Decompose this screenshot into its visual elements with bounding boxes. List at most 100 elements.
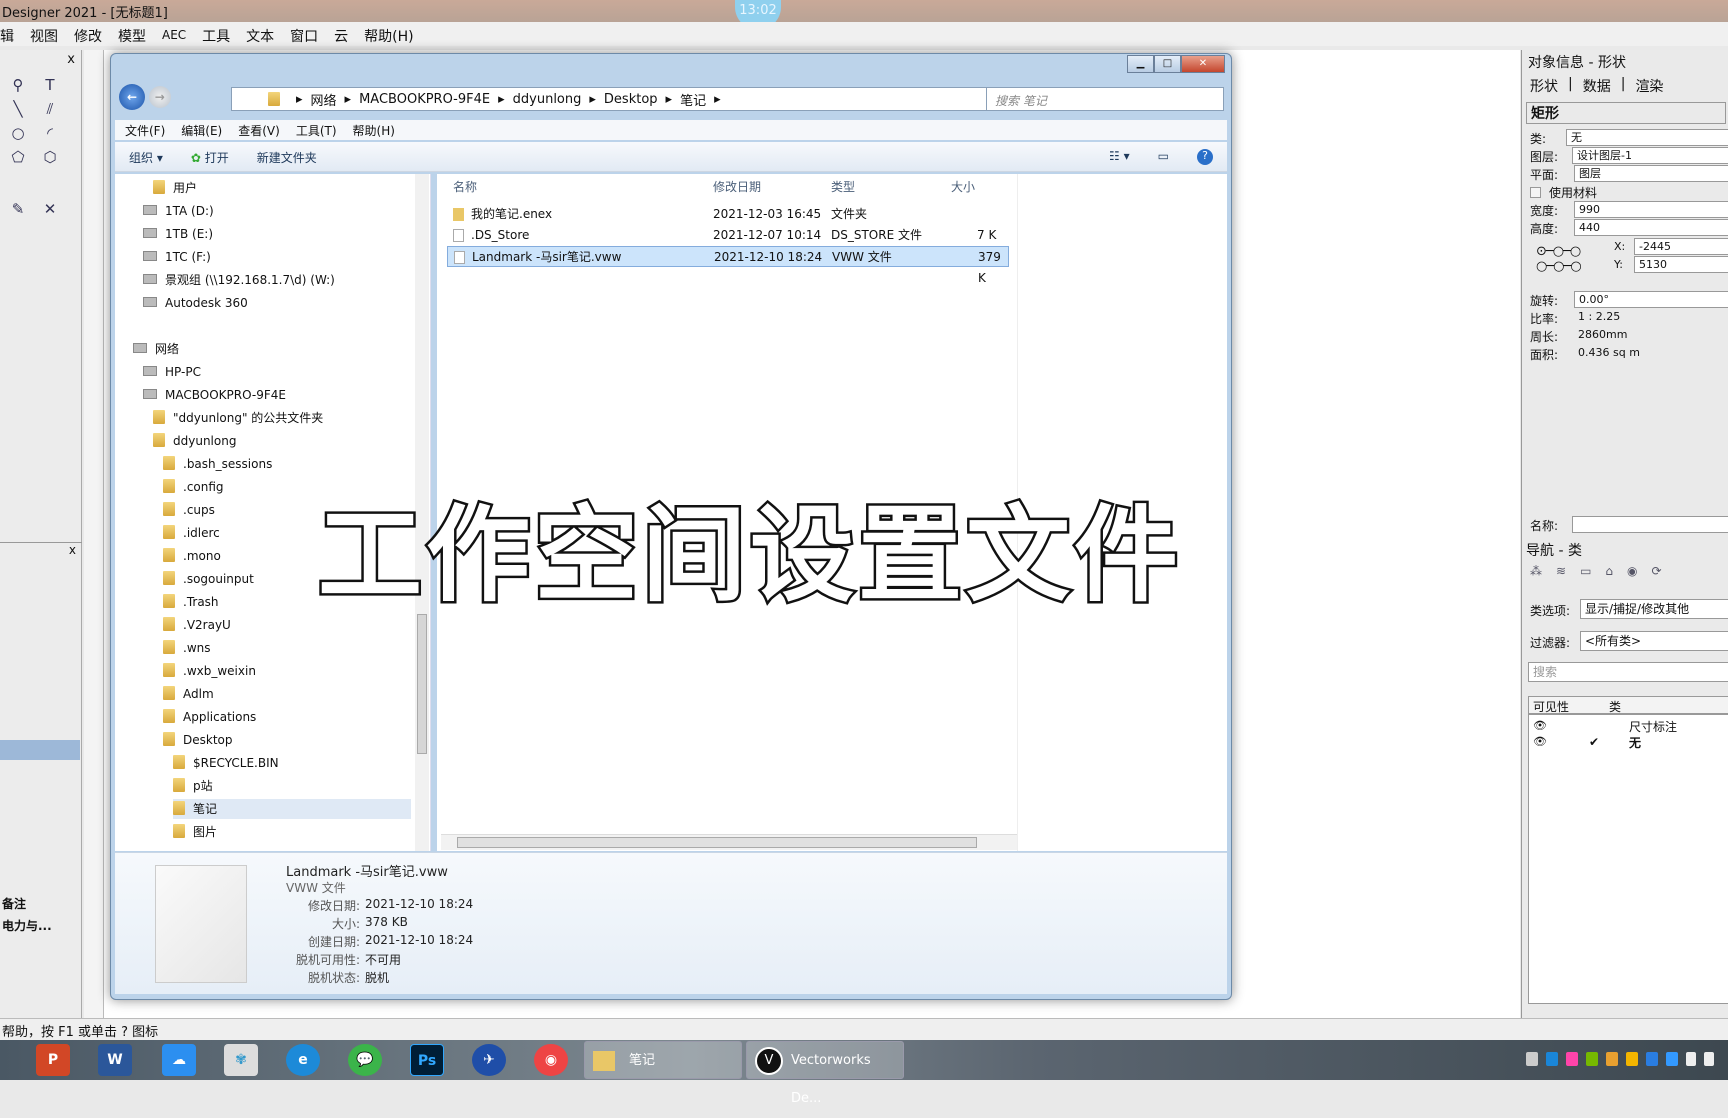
help-icon[interactable]: ? <box>1197 149 1213 165</box>
class-column-header[interactable]: 类 <box>1609 698 1621 715</box>
text-tool-icon[interactable]: T <box>40 76 60 94</box>
breadcrumb-desktop[interactable]: Desktop <box>604 92 658 107</box>
nav-tree-item[interactable]: Desktop <box>163 730 233 750</box>
eye-icon[interactable]: 👁 <box>1533 719 1547 732</box>
plane-field[interactable]: 图层 <box>1574 165 1728 182</box>
back-button[interactable]: ← <box>119 84 145 110</box>
edge-icon[interactable]: e <box>286 1044 320 1076</box>
nav-tree-item[interactable]: Adlm <box>163 684 214 704</box>
class-field[interactable]: 无 <box>1566 129 1728 146</box>
class-options-select[interactable]: 显示/捕捉/修改其他 <box>1580 599 1728 619</box>
photoshop-icon[interactable]: Ps <box>410 1044 444 1076</box>
double-line-tool-icon[interactable]: ⫽ <box>40 100 60 118</box>
file-row[interactable]: .DS_Store 2021-12-07 10:14 DS_STORE 文件 7 K <box>447 225 1009 246</box>
menu-file[interactable]: 文件(F) <box>125 122 165 138</box>
powerpoint-icon[interactable]: P <box>36 1044 70 1076</box>
menu-view[interactable]: 视图 <box>30 26 58 46</box>
chrome-icon[interactable]: ◉ <box>534 1044 568 1076</box>
menu-view[interactable]: 查看(V) <box>238 122 280 138</box>
tab-shape[interactable]: 形状 <box>1530 76 1558 96</box>
nav-tree-item[interactable]: 用户 <box>153 178 197 198</box>
nav-tree-item[interactable]: 笔记 <box>173 799 411 819</box>
classes-tab-icon[interactable]: ⁂ <box>1530 564 1542 578</box>
nvidia-icon[interactable] <box>1586 1052 1598 1066</box>
maximize-button[interactable]: □ <box>1154 55 1181 73</box>
close-icon[interactable]: x <box>67 52 75 67</box>
new-folder-button[interactable]: 新建文件夹 <box>257 149 317 165</box>
use-material-checkbox[interactable] <box>1530 187 1541 198</box>
nav-tree-item[interactable]: $RECYCLE.BIN <box>173 753 279 773</box>
forward-button[interactable]: → <box>148 86 171 108</box>
nav-tree-item[interactable]: HP-PC <box>143 362 201 382</box>
menu-text[interactable]: 文本 <box>246 26 274 46</box>
nav-tree-item[interactable]: 1TA (D:) <box>143 201 214 221</box>
menu-edit[interactable]: 编辑(E) <box>181 122 222 138</box>
file-row[interactable]: 我的笔记.enex 2021-12-03 16:45 文件夹 <box>447 204 1009 225</box>
shield-icon[interactable] <box>1626 1052 1638 1066</box>
volume-icon[interactable] <box>1704 1052 1714 1066</box>
open-button[interactable]: ✿ 打开 <box>191 149 229 165</box>
close-button[interactable]: ✕ <box>1181 55 1225 73</box>
tab-render[interactable]: 渲染 <box>1635 76 1663 96</box>
visibility-column-header[interactable]: 可见性 <box>1533 698 1569 715</box>
menu-tools[interactable]: 工具(T) <box>296 122 337 138</box>
trim-tool-icon[interactable]: ✕ <box>40 200 60 218</box>
class-search-input[interactable]: 搜索 <box>1528 662 1728 682</box>
hexagon-tool-icon[interactable]: ⬡ <box>40 148 60 166</box>
views-tab-icon[interactable]: ◉ <box>1627 564 1637 578</box>
word-icon[interactable]: W <box>98 1044 132 1076</box>
pen-tool-icon[interactable]: ✎ <box>8 200 28 218</box>
minimize-button[interactable]: ▁ <box>1127 55 1154 73</box>
nav-tree-item[interactable]: .wxb_weixin <box>163 661 256 681</box>
tray-drop-icon[interactable] <box>1666 1052 1678 1066</box>
breadcrumb-user[interactable]: ddyunlong <box>513 92 582 107</box>
wechat-icon[interactable]: 💬 <box>348 1044 382 1076</box>
menu-window[interactable]: 窗口 <box>290 26 318 46</box>
keyboard-icon[interactable] <box>1526 1052 1538 1066</box>
palette-item-notes[interactable]: 备注 <box>2 895 26 912</box>
height-field[interactable]: 440 <box>1574 219 1728 236</box>
nav-tree-item[interactable]: .wns <box>163 638 211 658</box>
nav-tree-item[interactable]: 景观组 (\\192.168.1.7\d) (W:) <box>143 270 335 290</box>
nav-tree-item[interactable]: ddyunlong <box>153 431 236 451</box>
preview-pane-icon[interactable]: ▭ <box>1158 149 1169 164</box>
tray-app-icon[interactable] <box>1546 1052 1558 1066</box>
view-options-icon[interactable]: ☷ ▾ <box>1109 149 1130 164</box>
tray-flower-icon[interactable] <box>1566 1052 1578 1066</box>
app-flower-icon[interactable]: ✾ <box>224 1044 258 1076</box>
class-row-dimension[interactable]: 尺寸标注 <box>1629 718 1677 735</box>
nav-tree-item[interactable]: 图片 <box>173 822 217 842</box>
palette-item-electrical[interactable]: 电力与... <box>2 917 52 934</box>
nav-tree-item[interactable]: 1TB (E:) <box>143 224 213 244</box>
menu-edit[interactable]: 辑 <box>0 26 14 46</box>
taskbar-explorer-button[interactable]: 笔记 <box>584 1041 742 1079</box>
organize-button[interactable]: 组织 ▾ <box>129 149 163 165</box>
network-icon[interactable] <box>1686 1052 1696 1066</box>
zoom-tool-icon[interactable]: ⚲ <box>8 76 28 94</box>
search-input[interactable]: 搜索 笔记 <box>986 87 1224 111</box>
address-bar[interactable]: ▸ 网络 ▸ MACBOOKPRO-9F4E ▸ ddyunlong ▸ Desktop… <box>231 87 1061 111</box>
breadcrumb-notes[interactable]: 笔记 <box>680 90 706 109</box>
references-tab-icon[interactable]: ⟳ <box>1652 564 1662 578</box>
breadcrumb-macbook[interactable]: MACBOOKPRO-9F4E <box>359 92 490 107</box>
nav-tree-item[interactable]: Applications <box>163 707 256 727</box>
menu-help[interactable]: 帮助(H) <box>364 26 413 46</box>
menu-aec[interactable]: AEC <box>162 26 186 46</box>
breadcrumb-network[interactable]: 网络 <box>311 90 337 109</box>
file-row[interactable]: Landmark -马sir笔记.vww 2021-12-10 18:24 VWW … <box>447 246 1009 285</box>
nav-tree-item[interactable]: p站 <box>173 776 213 796</box>
column-name[interactable]: 名称 <box>453 178 477 195</box>
nav-tree-item[interactable]: 网络 <box>133 339 179 359</box>
viewports-tab-icon[interactable]: ⌂ <box>1605 564 1613 578</box>
rotation-field[interactable]: 0.00° <box>1574 291 1728 308</box>
polygon-tool-icon[interactable]: ⬠ <box>8 148 28 166</box>
column-type[interactable]: 类型 <box>831 178 855 195</box>
menu-tools[interactable]: 工具 <box>202 26 230 46</box>
origin-selector-icon[interactable]: ⊙─○─○ ○─○─○ <box>1536 244 1582 274</box>
tray-note-icon[interactable] <box>1606 1052 1618 1066</box>
sheets-tab-icon[interactable]: ▭ <box>1580 564 1591 578</box>
layer-field[interactable]: 设计图层-1 <box>1572 147 1728 164</box>
nav-tree-item[interactable]: 1TC (F:) <box>143 247 211 267</box>
column-size[interactable]: 大小 <box>951 178 975 195</box>
column-date[interactable]: 修改日期 <box>713 178 761 195</box>
